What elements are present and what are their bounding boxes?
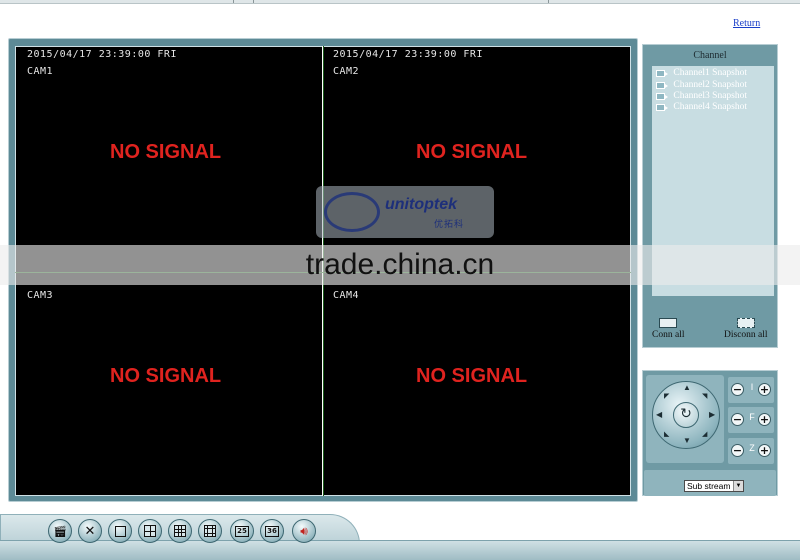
strip-divider <box>548 0 549 3</box>
channel-item-3[interactable]: Channel3 Snapshot <box>656 91 747 101</box>
connect-all-label: Conn all <box>652 330 685 340</box>
layout-1-button[interactable] <box>108 519 132 543</box>
strip-divider <box>233 0 234 3</box>
focus-label: F <box>749 412 755 422</box>
focus-control: − F + <box>728 407 774 433</box>
focus-plus-button[interactable]: + <box>758 413 771 426</box>
zoom-control: − Z + <box>728 438 774 464</box>
record-button[interactable]: 🎬︎ <box>48 519 72 543</box>
logo-subtext: 优拓科 <box>434 219 465 229</box>
focus-minus-button[interactable]: − <box>731 413 744 426</box>
ptz-right-arrow-icon[interactable]: ▶ <box>709 411 715 419</box>
strip-divider <box>253 0 254 3</box>
channel-item-label: Channel3 Snapshot <box>673 91 747 101</box>
channel-item-4[interactable]: Channel4 Snapshot <box>656 102 747 112</box>
dropdown-arrow-icon: ▼ <box>733 481 743 491</box>
cell4-no-signal: NO SIGNAL <box>416 365 528 387</box>
channel-panel-title: Channel <box>693 50 727 61</box>
disconnect-icon <box>736 318 755 328</box>
window-top-strip <box>0 0 800 4</box>
tools-icon: ✕ <box>84 523 96 539</box>
channel-item-label: Channel1 Snapshot <box>673 68 747 78</box>
ptz-up-left-arrow-icon[interactable]: ◤ <box>664 392 669 400</box>
logo-text: unitoptek <box>385 196 457 213</box>
cell1-timestamp: 2015/04/17 23:39:00 FRI <box>27 49 177 60</box>
ptz-up-arrow-icon[interactable]: ▲ <box>683 384 691 392</box>
cell2-timestamp: 2015/04/17 23:39:00 FRI <box>333 49 483 60</box>
iris-control: − I + <box>728 377 774 403</box>
cell2-camera-label: CAM2 <box>333 66 360 77</box>
layout-25-label: 25 <box>235 525 249 537</box>
layout-36-label: 36 <box>265 525 279 537</box>
ptz-auto-rotate-icon[interactable]: ↻ <box>673 402 699 428</box>
record-icon: 🎬︎ <box>53 524 67 538</box>
camera-icon <box>656 103 668 111</box>
layout-16-button[interactable] <box>198 519 222 543</box>
disconnect-all-button[interactable]: Disconn all <box>724 318 768 340</box>
layout-25-button[interactable]: 25 <box>230 519 254 543</box>
camera-icon <box>656 81 668 89</box>
disconnect-all-label: Disconn all <box>724 330 768 340</box>
zoom-label: Z <box>749 443 755 453</box>
stream-select-value: Sub stream <box>687 481 731 491</box>
logo-emblem-icon <box>324 192 380 232</box>
zoom-plus-button[interactable]: + <box>758 444 771 457</box>
layout-36-button[interactable]: 36 <box>260 519 284 543</box>
ptz-up-right-arrow-icon[interactable]: ◥ <box>702 392 707 400</box>
channel-item-2[interactable]: Channel2 Snapshot <box>656 80 747 90</box>
speaker-icon: 🔊︎ <box>300 523 308 538</box>
cell1-no-signal: NO SIGNAL <box>110 141 222 163</box>
zoom-minus-button[interactable]: − <box>731 444 744 457</box>
connect-icon <box>659 318 678 328</box>
channel-item-label: Channel4 Snapshot <box>673 102 747 112</box>
iris-plus-button[interactable]: + <box>758 383 771 396</box>
single-view-icon <box>114 525 126 537</box>
quad-view-icon <box>144 525 156 537</box>
watermark-text: trade.china.cn <box>305 248 495 281</box>
connect-all-button[interactable]: Conn all <box>652 318 684 340</box>
ptz-down-arrow-icon[interactable]: ▼ <box>683 437 691 445</box>
settings-button[interactable]: ✕ <box>78 519 102 543</box>
cell3-no-signal: NO SIGNAL <box>110 365 222 387</box>
channel-item-1[interactable]: Channel1 Snapshot <box>656 68 747 78</box>
toolbar-base <box>0 540 800 560</box>
cell3-camera-label: CAM3 <box>27 290 54 301</box>
layout-9-button[interactable] <box>168 519 192 543</box>
camera-icon <box>656 92 668 100</box>
ptz-down-left-arrow-icon[interactable]: ◣ <box>664 430 669 438</box>
cell2-no-signal: NO SIGNAL <box>416 141 528 163</box>
stream-select[interactable]: Sub stream ▼ <box>684 480 744 492</box>
cell1-camera-label: CAM1 <box>27 66 54 77</box>
ptz-left-arrow-icon[interactable]: ◀ <box>656 411 662 419</box>
ptz-down-right-arrow-icon[interactable]: ◢ <box>702 430 707 438</box>
layout-4-button[interactable] <box>138 519 162 543</box>
camera-icon <box>656 69 668 77</box>
sixteen-view-icon <box>204 525 216 537</box>
iris-label: I <box>750 382 754 392</box>
return-link[interactable]: Return <box>733 18 760 29</box>
cell4-camera-label: CAM4 <box>333 290 360 301</box>
iris-minus-button[interactable]: − <box>731 383 744 396</box>
channel-item-label: Channel2 Snapshot <box>673 80 747 90</box>
nine-view-icon <box>174 525 186 537</box>
audio-button[interactable]: 🔊︎ <box>292 519 316 543</box>
